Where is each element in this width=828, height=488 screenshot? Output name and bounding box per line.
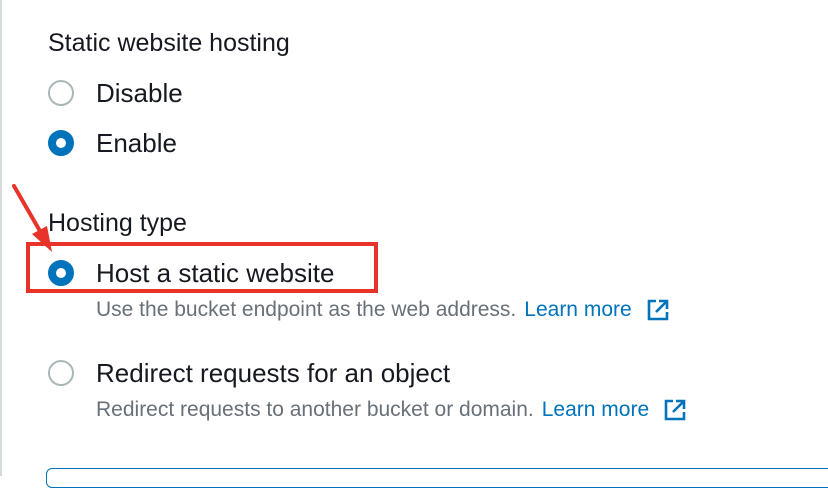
external-link-icon[interactable] (646, 298, 670, 322)
learn-more-link-host[interactable]: Learn more (524, 297, 631, 323)
static-hosting-label: Static website hosting (48, 29, 290, 57)
learn-more-link-redirect[interactable]: Learn more (542, 397, 649, 423)
host-static-website-description-text: Use the bucket endpoint as the web addre… (96, 298, 517, 321)
redirect-requests-description: Redirect requests to another bucket or d… (96, 397, 687, 423)
radio-option-disable[interactable]: Disable (48, 76, 183, 110)
hosting-type-label: Hosting type (48, 209, 187, 237)
host-static-website-description: Use the bucket endpoint as the web addre… (96, 297, 670, 323)
panel-left-border (0, 0, 2, 476)
radio-button-redirect-requests[interactable] (48, 360, 74, 386)
radio-label-enable: Enable (96, 127, 177, 158)
radio-button-enable[interactable] (48, 130, 74, 156)
radio-label-redirect-requests: Redirect requests for an object (96, 357, 451, 388)
radio-option-redirect-requests[interactable]: Redirect requests for an object (48, 356, 450, 390)
next-panel-edge (46, 468, 828, 488)
annotation-highlight-box (26, 242, 378, 293)
external-link-icon[interactable] (663, 398, 687, 422)
radio-label-disable: Disable (96, 77, 183, 108)
radio-button-disable[interactable] (48, 80, 74, 106)
redirect-requests-description-text: Redirect requests to another bucket or d… (96, 398, 534, 421)
radio-option-enable[interactable]: Enable (48, 126, 177, 160)
